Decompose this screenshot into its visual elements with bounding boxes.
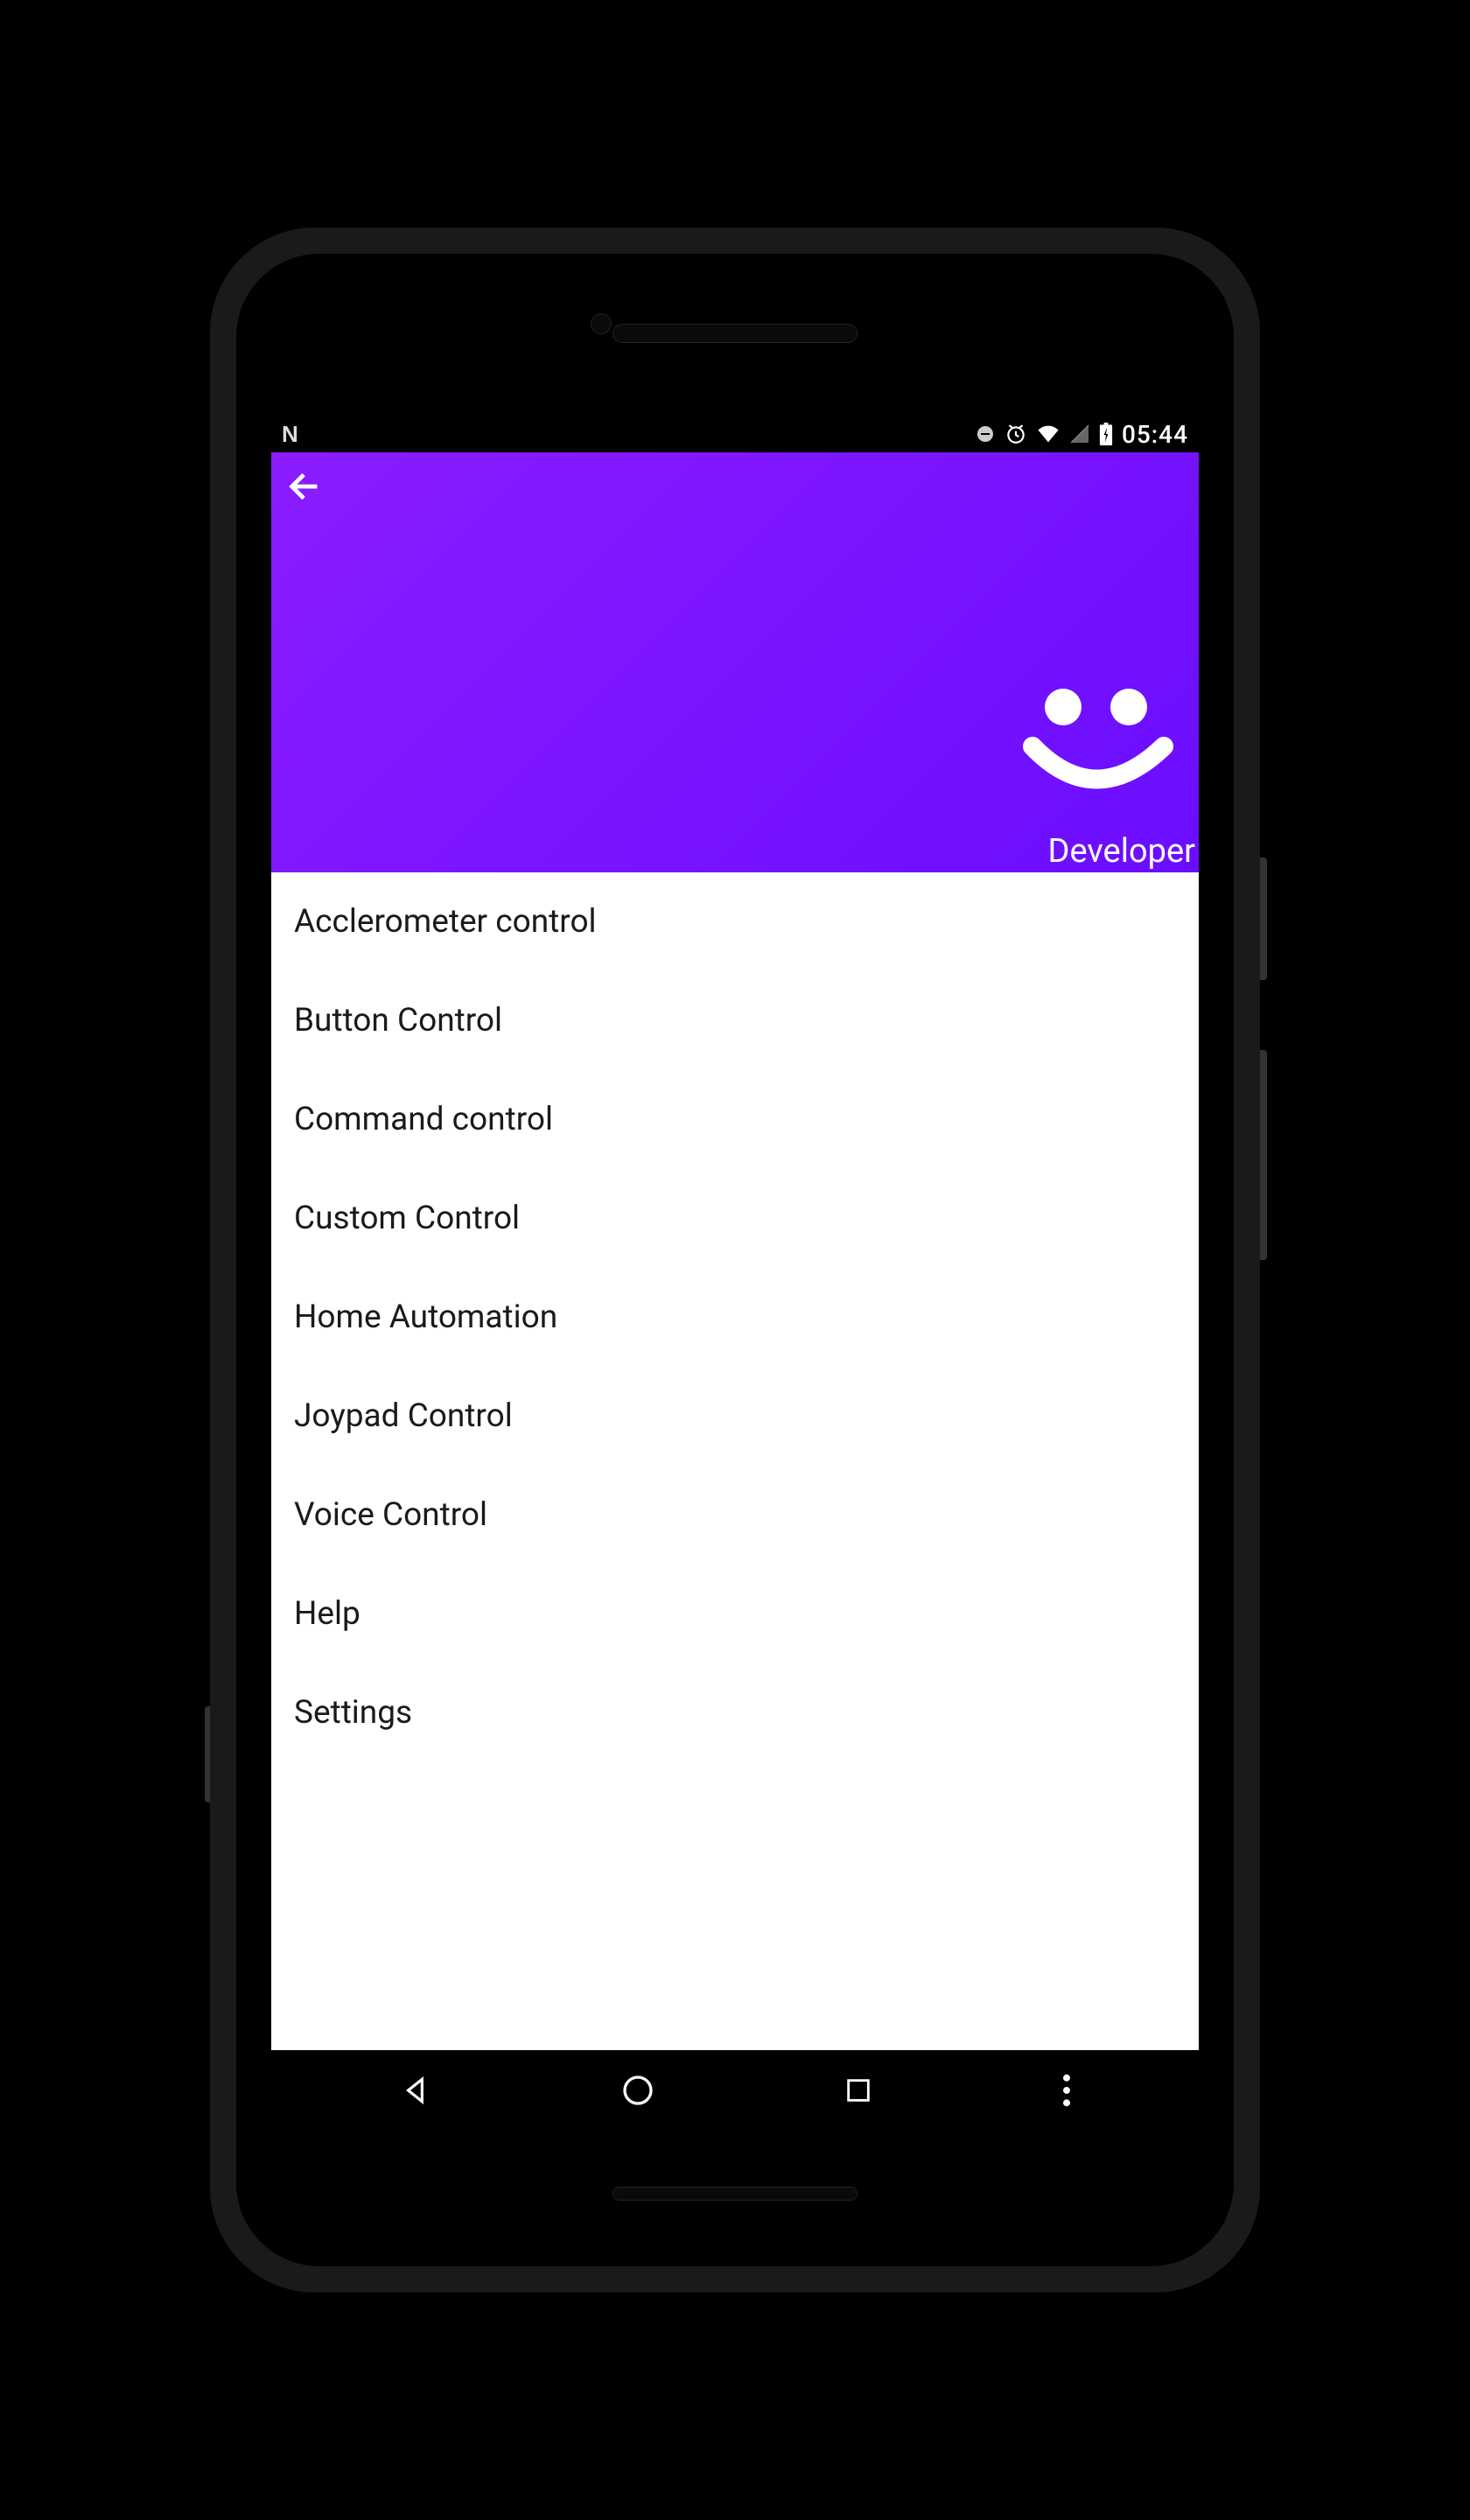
menu-item-accelerometer[interactable]: Acclerometer control [271,872,1199,971]
back-arrow-icon[interactable] [285,466,326,510]
content-area: Developer Acclerometer control Button Co… [271,452,1199,2050]
menu-item-label: Settings [294,1694,412,1732]
status-right: 05:44 [975,420,1188,449]
wifi-icon [1036,424,1060,444]
alarm-icon [1004,423,1027,445]
front-camera [591,313,612,334]
status-bar: N [271,416,1199,452]
screen: N [271,416,1199,2131]
menu-item-voice-control[interactable]: Voice Control [271,1466,1199,1564]
phone-inner: N [236,254,1234,2266]
menu-item-label: Custom Control [294,1200,520,1237]
navigation-bar [271,2050,1199,2131]
do-not-disturb-icon [975,424,996,444]
menu-item-custom-control[interactable]: Custom Control [271,1169,1199,1268]
menu-item-joypad-control[interactable]: Joypad Control [271,1367,1199,1466]
menu-item-help[interactable]: Help [271,1564,1199,1663]
nav-menu-button[interactable] [1054,2064,1080,2117]
earpiece-speaker [612,324,858,343]
menu-item-command-control[interactable]: Command control [271,1070,1199,1169]
menu-list: Acclerometer control Button Control Comm… [271,872,1199,1762]
menu-item-label: Home Automation [294,1298,557,1336]
nav-home-button[interactable] [612,2064,664,2117]
power-button[interactable] [1260,858,1267,980]
volume-button[interactable] [1260,1050,1267,1260]
app-header: Developer [271,452,1199,872]
phone-frame: N [210,228,1260,2292]
developer-label: Developer [1048,832,1195,871]
menu-item-label: Acclerometer control [294,903,597,941]
menu-item-label: Voice Control [294,1496,487,1534]
menu-item-label: Command control [294,1101,553,1138]
menu-item-label: Help [294,1595,360,1633]
nav-back-button[interactable] [390,2064,443,2117]
menu-item-label: Joypad Control [294,1397,513,1435]
menu-item-button-control[interactable]: Button Control [271,971,1199,1070]
menu-item-settings[interactable]: Settings [271,1663,1199,1762]
menu-item-label: Button Control [294,1002,502,1040]
menu-item-home-automation[interactable]: Home Automation [271,1268,1199,1367]
side-button-left[interactable] [205,1706,210,1802]
nav-recent-button[interactable] [832,2064,885,2117]
android-n-icon: N [282,421,298,448]
smiley-icon [1015,685,1181,820]
bottom-speaker [612,2187,858,2201]
cell-signal-icon [1069,424,1090,444]
status-time: 05:44 [1122,420,1188,449]
battery-charging-icon [1099,423,1113,445]
status-left: N [282,421,298,448]
